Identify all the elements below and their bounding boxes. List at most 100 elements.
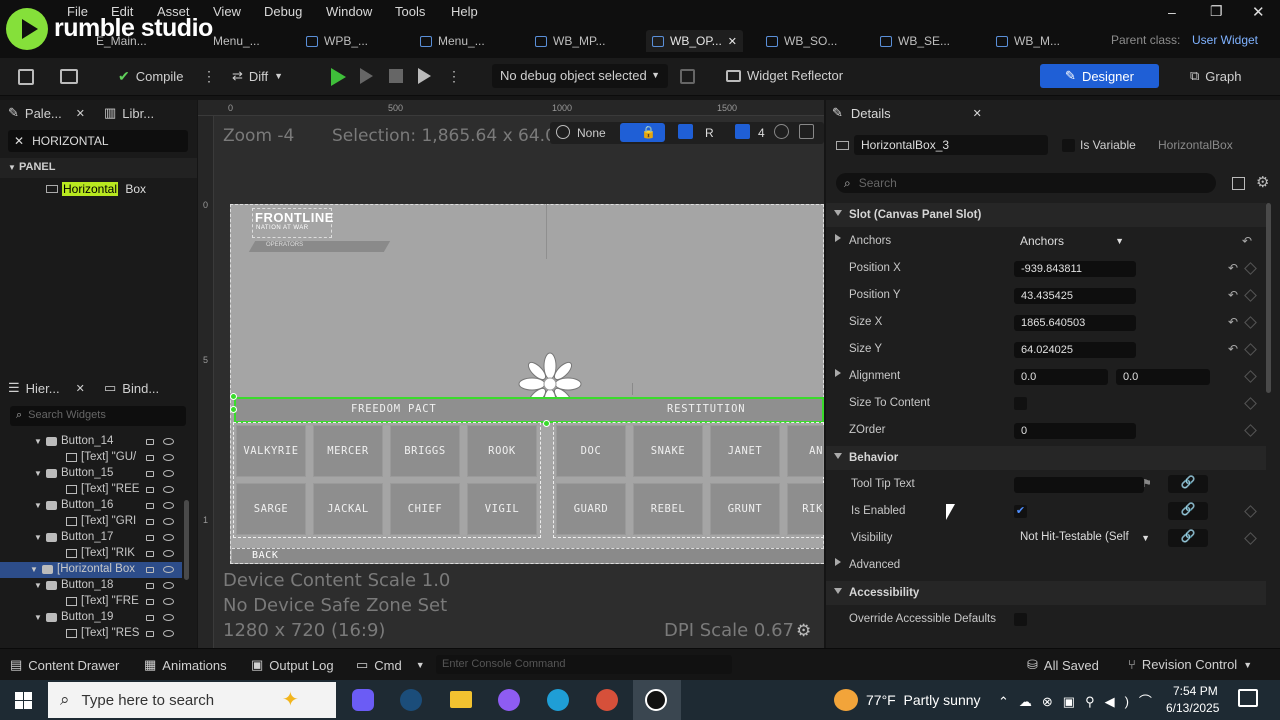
alignment-y-field[interactable]: 0.0 xyxy=(1116,369,1210,385)
cmd-dropdown[interactable]: ▭ Cmd ▼ xyxy=(356,657,425,673)
operator-button[interactable]: VIGIL xyxy=(467,483,537,535)
visibility-eye-icon[interactable] xyxy=(163,550,174,557)
step-icon[interactable] xyxy=(360,68,373,84)
operator-button[interactable]: GUARD xyxy=(556,483,626,535)
discord-icon[interactable] xyxy=(498,689,520,711)
menu-help[interactable]: Help xyxy=(451,4,478,19)
menu-debug[interactable]: Debug xyxy=(264,4,302,19)
override-accessible-checkbox[interactable] xyxy=(1014,613,1027,626)
operator-button[interactable]: DOC xyxy=(556,425,626,477)
visibility-eye-icon[interactable] xyxy=(163,438,174,445)
position-x-field[interactable]: -939.843811 xyxy=(1014,261,1136,277)
visibility-eye-icon[interactable] xyxy=(163,534,174,541)
details-tab[interactable]: ✎ Details ✕ xyxy=(832,105,982,121)
property-matrix-icon[interactable] xyxy=(1232,177,1245,190)
lock-icon[interactable] xyxy=(146,583,154,589)
tab-e-main[interactable]: E_Main... xyxy=(96,30,147,52)
debug-filter-icon[interactable] xyxy=(680,69,695,84)
graph-button[interactable]: ⧉ Graph xyxy=(1190,68,1241,84)
reset-icon[interactable]: ↶ xyxy=(1228,342,1238,356)
reset-icon[interactable]: ↶ xyxy=(1228,315,1238,329)
edge-icon[interactable] xyxy=(547,689,569,711)
system-tray-icons[interactable]: ⌃☁⊗▣⚲◀)⌒ xyxy=(998,691,1162,710)
all-saved-indicator[interactable]: ⛁ All Saved xyxy=(1027,657,1099,673)
play-button[interactable] xyxy=(331,68,346,86)
bind-link-icon[interactable]: 🔗 xyxy=(1168,475,1208,493)
operator-button[interactable]: MERCER xyxy=(313,425,383,477)
menu-edit[interactable]: Edit xyxy=(111,4,133,19)
is-enabled-checkbox[interactable]: ✔ xyxy=(1014,505,1027,518)
hierarchy-item[interactable]: [Text] "REE xyxy=(0,482,182,498)
alignment-x-field[interactable]: 0.0 xyxy=(1014,369,1108,385)
palette-category-panel[interactable]: ▼ PANEL xyxy=(0,158,197,178)
visibility-eye-icon[interactable] xyxy=(163,470,174,477)
chevron-down-icon[interactable]: ▼ xyxy=(30,565,38,574)
operator-button[interactable]: VALKYRIE xyxy=(236,425,306,477)
selection-handle[interactable] xyxy=(230,393,237,400)
hierarchy-search-input[interactable]: ⌕ Search Widgets xyxy=(10,406,186,426)
app-icon[interactable] xyxy=(596,689,618,711)
chevron-down-icon[interactable]: ▼ xyxy=(34,581,42,590)
designer-button[interactable]: ✎ Designer xyxy=(1040,64,1159,88)
content-drawer-button[interactable]: ▤ Content Drawer xyxy=(10,657,119,673)
play-options-icon[interactable]: ⋮ xyxy=(447,68,461,85)
operator-button[interactable]: SNAKE xyxy=(633,425,703,477)
lock-icon[interactable] xyxy=(146,439,154,445)
close-tab-icon[interactable]: ✕ xyxy=(76,107,85,120)
stop-icon[interactable] xyxy=(389,69,403,83)
lock-icon[interactable] xyxy=(146,487,154,493)
steam-icon[interactable] xyxy=(400,689,422,711)
operator-button[interactable]: ROOK xyxy=(467,425,537,477)
unreal-engine-icon[interactable] xyxy=(633,680,681,720)
operator-button[interactable]: SARGE xyxy=(236,483,306,535)
menu-file[interactable]: File xyxy=(67,4,88,19)
lock-icon[interactable] xyxy=(146,503,154,509)
minimize-button[interactable]: – xyxy=(1168,4,1176,20)
hierarchy-item[interactable]: ▼ Button_19 xyxy=(0,610,182,626)
browse-icon[interactable] xyxy=(60,69,78,84)
size-to-content-checkbox[interactable] xyxy=(1014,397,1027,410)
visibility-eye-icon[interactable] xyxy=(163,454,174,461)
keyframe-diamond-icon[interactable] xyxy=(1244,532,1257,545)
hierarchy-item[interactable]: ▼ Button_14 xyxy=(0,434,182,450)
close-tab-icon[interactable]: ✕ xyxy=(973,107,982,120)
size-y-field[interactable]: 64.024025 xyxy=(1014,342,1136,358)
hierarchy-item[interactable]: ▼ Button_16 xyxy=(0,498,182,514)
is-variable-checkbox[interactable] xyxy=(1062,139,1075,152)
copilot-icon[interactable] xyxy=(352,689,374,711)
lock-icon[interactable] xyxy=(146,551,154,557)
operator-button[interactable]: JANET xyxy=(710,425,780,477)
operator-button[interactable]: CHIEF xyxy=(390,483,460,535)
lock-icon[interactable] xyxy=(146,567,154,573)
close-tab-icon[interactable]: ✕ xyxy=(76,382,85,395)
chevron-down-icon[interactable]: ▼ xyxy=(34,469,42,478)
visibility-eye-icon[interactable] xyxy=(163,502,174,509)
hierarchy-item[interactable]: [Text] "FRE xyxy=(0,594,182,610)
operator-button[interactable]: REBEL xyxy=(633,483,703,535)
details-settings-gear-icon[interactable]: ⚙ xyxy=(1256,173,1269,191)
respect-locks-icon[interactable] xyxy=(678,124,693,139)
operator-button[interactable]: BRIGGS xyxy=(390,425,460,477)
keyframe-diamond-icon[interactable] xyxy=(1244,316,1257,329)
console-input[interactable]: Enter Console Command xyxy=(436,655,732,674)
close-tab-icon[interactable]: ✕ xyxy=(728,35,737,48)
hierarchy-tab[interactable]: ☰ Hier... ✕ xyxy=(8,380,85,396)
widget-reflector-button[interactable]: Widget Reflector xyxy=(726,68,843,83)
tab-menu-1[interactable]: Menu_... xyxy=(213,30,260,52)
reset-icon[interactable]: ↶ xyxy=(1228,288,1238,302)
save-icon[interactable] xyxy=(18,69,34,85)
visibility-eye-icon[interactable] xyxy=(163,630,174,637)
lock-icon[interactable] xyxy=(146,519,154,525)
reset-icon[interactable]: ↶ xyxy=(1228,261,1238,275)
keyframe-diamond-icon[interactable] xyxy=(1244,289,1257,302)
library-tab[interactable]: ▥ Libr... xyxy=(104,105,154,121)
output-log-button[interactable]: ▣ Output Log xyxy=(251,657,334,673)
chevron-down-icon[interactable]: ▼ xyxy=(34,613,42,622)
designer-viewport[interactable]: 0 500 1000 1500 0 5 1 Zoom -4 Selection:… xyxy=(198,100,824,648)
none-dropdown[interactable]: None xyxy=(577,126,606,140)
menu-window[interactable]: Window xyxy=(326,4,372,19)
behavior-section-header[interactable]: Behavior xyxy=(826,446,1266,470)
accessibility-section-header[interactable]: Accessibility xyxy=(826,581,1266,605)
palette-tab[interactable]: ✎ Pale... ✕ xyxy=(8,105,85,121)
notification-icon[interactable] xyxy=(1238,689,1258,707)
